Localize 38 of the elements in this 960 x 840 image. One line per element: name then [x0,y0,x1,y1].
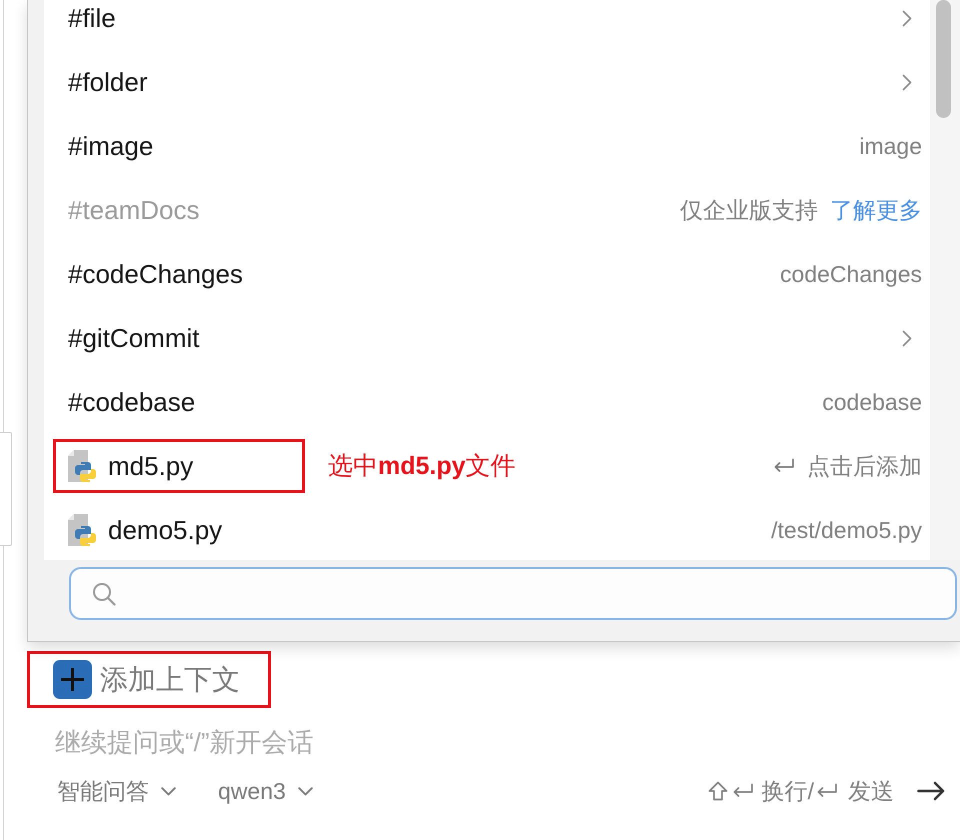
item-hint: /test/demo5.py [771,518,922,542]
send-button[interactable] [917,781,945,801]
python-file-icon [68,450,96,482]
menu-item[interactable]: #gitCommit [68,325,200,351]
item-hint: 点击后添加 [807,454,922,478]
chevron-down-icon [298,786,313,796]
chevron-right-icon [902,10,912,26]
shift-icon [708,781,728,801]
chevron-right-icon [902,330,912,346]
plus-icon [53,660,92,699]
mode-dropdown[interactable]: 智能问答 [57,780,176,802]
menu-item[interactable]: #file [68,5,116,31]
search-icon [92,582,116,606]
item-hint: image [859,134,922,158]
shortcut-text: 换行/ [762,780,814,802]
chevron-right-icon [902,74,912,90]
item-hint: codebase [822,390,922,414]
arrow-right-icon [917,781,945,801]
menu-item[interactable]: #codeChanges [68,261,243,287]
menu-item[interactable]: #image [68,133,154,159]
return-icon [732,783,754,799]
annotation-text: 选中md5.py文件 [328,454,516,478]
menu-item[interactable]: md5.py [108,453,194,479]
item-note: 仅企业版支持 [680,198,818,222]
search-field[interactable] [69,567,957,620]
shortcut-text: 发送 [848,780,894,802]
menu-item: #teamDocs [68,197,200,223]
menu-item[interactable]: #codebase [68,389,196,415]
item-hint: codeChanges [780,262,922,286]
scrollbar-thumb[interactable] [936,0,951,118]
message-input[interactable]: 继续提问或“/”新开会话 [55,725,935,759]
menu-item[interactable]: #folder [68,69,148,95]
python-file-icon [68,514,96,546]
model-dropdown[interactable]: qwen3 [218,780,313,802]
menu-item[interactable]: demo5.py [108,517,222,543]
return-icon [816,783,838,799]
add-context-button[interactable]: 添加上下文 [53,660,240,699]
chevron-down-icon [161,786,176,796]
